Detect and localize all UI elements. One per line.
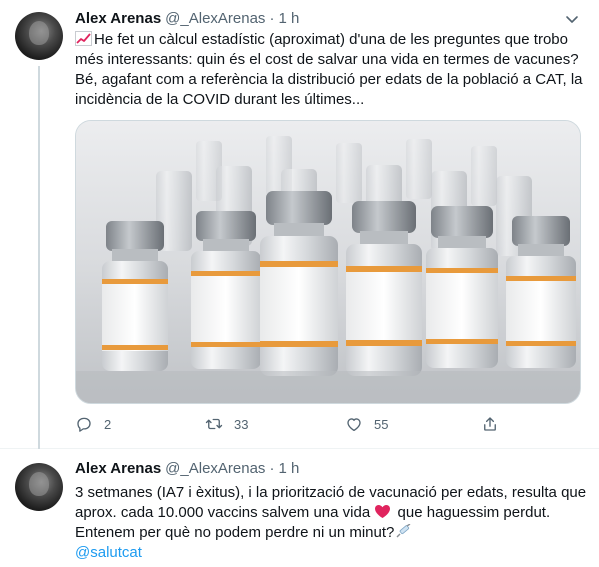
tweet-actions: 2 33 55 <box>75 413 505 435</box>
tweet[interactable]: Alex Arenas @_AlexArenas · 1 h 3 setmanes (… <box>0 449 599 567</box>
tweet-timestamp[interactable]: 1 h <box>278 460 299 477</box>
tweet-text-line-1: He fet un càlcul estadístic (aproximat) … <box>75 31 579 68</box>
author-name[interactable]: Alex Arenas <box>75 10 161 27</box>
tweet[interactable]: Alex Arenas @_AlexArenas · 1 h He fet un cà… <box>0 0 599 449</box>
avatar[interactable] <box>15 463 63 511</box>
chart-increasing-emoji <box>75 31 92 46</box>
share-button[interactable] <box>481 413 510 435</box>
reply-button[interactable]: 2 <box>75 413 111 435</box>
retweet-count: 33 <box>234 416 249 432</box>
chevron-down-icon[interactable] <box>563 13 581 27</box>
avatar[interactable] <box>15 12 63 60</box>
like-button[interactable]: 55 <box>345 413 388 435</box>
retweet-icon <box>205 418 223 430</box>
tweet-timestamp[interactable]: 1 h <box>278 10 299 27</box>
like-count: 55 <box>374 416 389 432</box>
retweet-button[interactable]: 33 <box>205 413 248 435</box>
syringe-emoji <box>396 524 411 538</box>
tweet-text: 3 setmanes (IA7 i èxitus), i la prioritz… <box>75 483 590 563</box>
mention-link[interactable]: @salutcat <box>75 544 142 561</box>
vial <box>346 201 422 376</box>
tweet-text-line-2: Bé, agafant com a referència la distribu… <box>75 71 583 108</box>
vial <box>506 216 576 368</box>
tweet-header: Alex Arenas @_AlexArenas · 1 h <box>75 459 299 479</box>
vial <box>260 191 338 376</box>
separator-dot: · <box>269 460 275 477</box>
separator-dot: · <box>269 10 275 27</box>
heart-icon <box>347 418 361 432</box>
vial <box>426 206 498 368</box>
tweet-image[interactable] <box>75 120 581 404</box>
author-handle[interactable]: @_AlexArenas <box>165 10 265 27</box>
author-name[interactable]: Alex Arenas <box>75 460 161 477</box>
reply-count: 2 <box>104 416 112 432</box>
vaccine-vials-photo <box>76 121 580 403</box>
share-icon <box>484 417 496 431</box>
author-handle[interactable]: @_AlexArenas <box>165 460 265 477</box>
vial <box>191 211 261 369</box>
tweet-text: He fet un càlcul estadístic (aproximat) … <box>75 30 590 110</box>
vial <box>102 221 168 371</box>
tweet-header: Alex Arenas @_AlexArenas · 1 h <box>75 9 299 29</box>
reply-icon <box>77 417 91 432</box>
red-heart-emoji <box>375 505 391 518</box>
thread-line <box>38 66 40 449</box>
